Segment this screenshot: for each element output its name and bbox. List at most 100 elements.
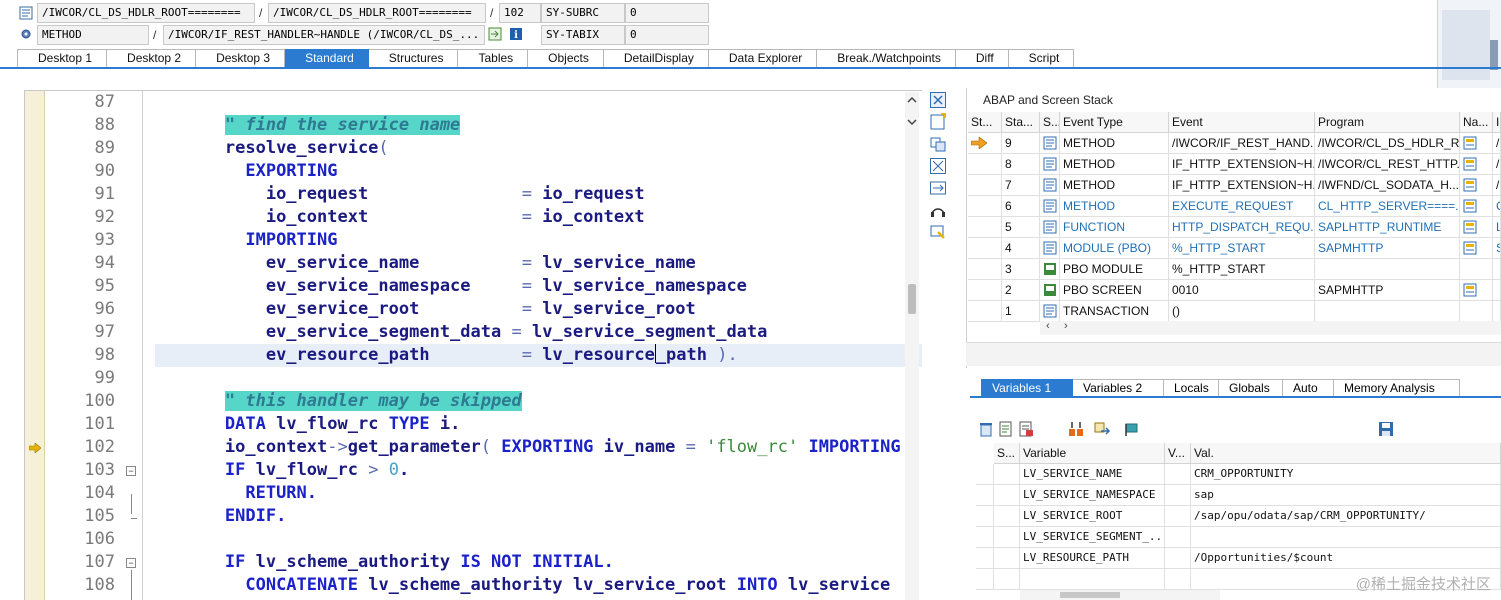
replace-tool-icon[interactable]	[929, 135, 947, 153]
editor-vertical-scrollbar[interactable]	[905, 92, 919, 600]
open-source-icon[interactable]	[1463, 220, 1477, 234]
stack-col-header[interactable]: Sta...	[1002, 112, 1040, 133]
variable-value-type-cell[interactable]	[1165, 506, 1191, 527]
maximize-tool-icon[interactable]	[929, 157, 947, 175]
stack-col-header[interactable]: Na...	[1460, 112, 1493, 133]
var-col-header[interactable]: Variable	[1020, 443, 1165, 464]
stack-horizontal-scrollbar[interactable]: ‹ ›	[1040, 320, 1501, 335]
stack-col-header[interactable]: S...	[1040, 112, 1060, 133]
variable-value-type-cell[interactable]	[1165, 464, 1191, 485]
var-col-header[interactable]: V...	[1165, 443, 1191, 464]
variable-name-cell[interactable]: LV_SERVICE_NAME	[1020, 464, 1165, 485]
tab-desktop-2[interactable]: Desktop 2	[107, 49, 197, 68]
open-source-icon[interactable]	[1463, 157, 1477, 171]
variable-value-type-cell[interactable]	[1165, 548, 1191, 569]
variable-value-cell[interactable]: /sap/opu/odata/sap/CRM_OPPORTUNITY/	[1191, 506, 1501, 527]
breakpoint-gutter[interactable]	[25, 91, 45, 600]
scroll-up-icon[interactable]	[907, 96, 917, 104]
stack-col-header[interactable]: St...	[968, 112, 1002, 133]
sysvar-value-field[interactable]: 0	[625, 3, 709, 23]
swap-tool-icon[interactable]	[929, 179, 947, 197]
stack-event-cell: HTTP_DISPATCH_REQU...	[1169, 217, 1315, 238]
stack-col-header[interactable]: I	[1493, 112, 1501, 133]
tab-diff[interactable]: Diff	[955, 49, 1009, 68]
code-line: " this handler may be skipped	[224, 391, 522, 411]
sysvar2-value-field[interactable]: 0	[625, 25, 709, 45]
tab-locals[interactable]: Locals	[1164, 379, 1219, 397]
variable-value-type-cell[interactable]	[1165, 485, 1191, 506]
tab-data-explorer[interactable]: Data Explorer	[708, 49, 818, 68]
variable-value-cell[interactable]: CRM_OPPORTUNITY	[1191, 464, 1501, 485]
scroll-thumb[interactable]	[1060, 592, 1120, 598]
include-field[interactable]: /IWCOR/CL_DS_HDLR_ROOT========	[268, 3, 486, 23]
open-source-icon[interactable]	[1463, 199, 1477, 213]
source-code-editor[interactable]: 87 88 89 90 91 92 93 94 95 96 97 98 99 1…	[24, 90, 922, 600]
tab-globals[interactable]: Globals	[1219, 379, 1283, 397]
transfer-icon[interactable]	[1093, 420, 1111, 438]
variable-name-cell[interactable]	[1020, 569, 1165, 590]
settings-tool-icon[interactable]	[929, 223, 947, 241]
variables-horizontal-scrollbar[interactable]	[1020, 590, 1220, 600]
stack-current-cell	[968, 154, 1002, 175]
code-area[interactable]: " find the service name resolve_service(…	[143, 91, 922, 600]
fold-toggle[interactable]: −	[126, 558, 136, 568]
tab-tables[interactable]: Tables	[458, 49, 529, 68]
delete-icon[interactable]	[977, 420, 995, 438]
open-source-icon[interactable]	[1463, 283, 1477, 297]
method-field[interactable]: /IWCOR/IF_REST_HANDLER~HANDLE (/IWCOR/CL…	[163, 25, 485, 45]
scroll-left-icon[interactable]: ‹	[1046, 320, 1050, 332]
scroll-thumb[interactable]	[908, 284, 916, 314]
tab-detail-display[interactable]: DetailDisplay	[603, 49, 709, 68]
tab-memory-analysis[interactable]: Memory Analysis	[1334, 379, 1460, 397]
tab-variables-1[interactable]: Variables 1	[981, 379, 1073, 397]
stack-type-icon-cell	[1040, 154, 1060, 175]
services-tool-icon[interactable]	[929, 201, 947, 219]
code-line: IF lv_flow_rc > 0.	[224, 460, 410, 480]
fold-toggle[interactable]: −	[126, 466, 136, 476]
tab-desktop-3[interactable]: Desktop 3	[196, 49, 286, 68]
stack-type-icon-cell	[1040, 259, 1060, 280]
var-col-header[interactable]: S...	[994, 443, 1020, 464]
open-source-icon[interactable]	[1463, 241, 1477, 255]
stack-extra-cell: /	[1493, 133, 1501, 154]
save-icon[interactable]	[1377, 420, 1395, 438]
variable-name-cell[interactable]: LV_SERVICE_SEGMENT_...	[1020, 527, 1165, 548]
tab-script[interactable]: Script	[1008, 49, 1075, 68]
stack-extra-cell	[1493, 301, 1501, 322]
open-source-icon[interactable]	[1463, 178, 1477, 192]
scroll-down-icon[interactable]	[907, 118, 917, 126]
tab-objects[interactable]: Objects	[528, 49, 604, 68]
tab-breakpoints[interactable]: Break./Watchpoints	[817, 49, 956, 68]
var-col-header[interactable]: Val.	[1191, 443, 1501, 464]
variable-name-cell[interactable]: LV_RESOURCE_PATH	[1020, 548, 1165, 569]
detail-icon[interactable]	[1017, 420, 1035, 438]
info-icon[interactable]: i	[509, 27, 523, 41]
stack-col-header[interactable]: Program	[1315, 112, 1460, 133]
stack-col-header[interactable]: Event Type	[1060, 112, 1169, 133]
variable-name-cell[interactable]: LV_SERVICE_ROOT	[1020, 506, 1165, 527]
stack-nav-cell	[1460, 301, 1493, 322]
variable-name-cell[interactable]: LV_SERVICE_NAMESPACE	[1020, 485, 1165, 506]
variable-value-cell[interactable]: sap	[1191, 485, 1501, 506]
variable-value-type-cell[interactable]	[1165, 569, 1191, 590]
variable-value-cell[interactable]	[1191, 527, 1501, 548]
tab-auto[interactable]: Auto	[1283, 379, 1334, 397]
variable-value-cell[interactable]: /Opportunities/$count	[1191, 548, 1501, 569]
open-source-icon[interactable]	[1463, 136, 1477, 150]
sort-icon[interactable]	[1067, 420, 1085, 438]
line-number-field[interactable]: 102	[499, 3, 541, 23]
tab-variables-2[interactable]: Variables 2	[1073, 379, 1164, 397]
variable-value-type-cell[interactable]	[1165, 527, 1191, 548]
navigate-icon[interactable]	[488, 27, 502, 41]
tab-desktop-1[interactable]: Desktop 1	[17, 49, 108, 68]
program-field[interactable]: /IWCOR/CL_DS_HDLR_ROOT========	[37, 3, 255, 23]
flag-icon[interactable]	[1123, 420, 1141, 438]
insert-icon[interactable]	[997, 420, 1015, 438]
scroll-right-icon[interactable]: ›	[1064, 320, 1068, 332]
stack-panel-divider[interactable]	[966, 342, 1501, 366]
tab-standard[interactable]: Standard	[285, 49, 369, 68]
stack-col-header[interactable]: Event	[1169, 112, 1315, 133]
new-tool-icon[interactable]	[929, 113, 947, 131]
close-tool-icon[interactable]	[929, 91, 947, 109]
tab-structures[interactable]: Structures	[368, 49, 459, 68]
